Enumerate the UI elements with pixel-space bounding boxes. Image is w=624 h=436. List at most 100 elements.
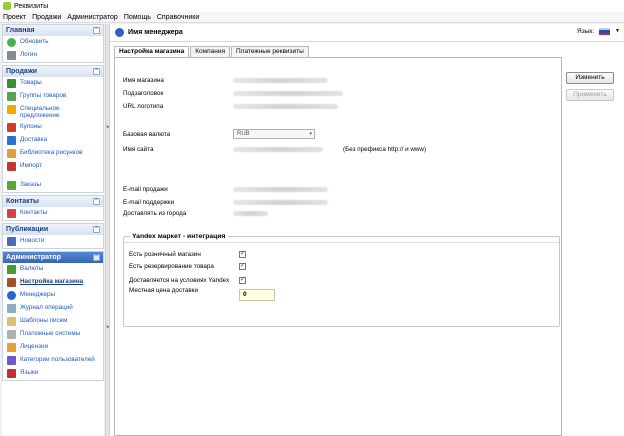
collapse-icon[interactable]: ⌃ [93,68,100,75]
splitter-arrow-icon[interactable]: ◂ [106,324,109,330]
email-sales-field[interactable] [233,187,328,192]
coupon-icon [7,123,16,132]
group-divider [124,242,559,243]
menu-help[interactable]: Помощь [124,14,151,21]
ship-from-label: Доставлять из города [123,210,187,217]
group-admin: Администратор ⌃ Валюты Настройка магазина… [2,251,104,381]
menu-project[interactable]: Проект [3,14,26,21]
group-sales-header[interactable]: Продажи ⌃ [3,66,103,77]
ship-from-field[interactable] [233,211,268,216]
sidebar-item-currencies[interactable]: Валюты [3,263,103,276]
sidebar-item-operations-log[interactable]: Журнал операций [3,302,103,315]
user-icon [7,291,16,300]
sidebar-item-label: Импорт [20,162,43,169]
users-icon [7,356,16,365]
groups-icon [7,92,16,101]
menu-sales[interactable]: Продажи [32,14,61,21]
shop-settings-icon [7,278,16,287]
log-icon [7,304,16,313]
site-name-label: Имя сайта [123,146,154,153]
logo-url-field[interactable] [233,104,338,109]
sidebar-item-label: Настройка магазина [20,278,84,285]
tab-company[interactable]: Компания [190,46,230,57]
reserve-label: Есть резервирование товара [129,263,214,270]
settings-panel: Имя магазина Подзаголовок URL логотипа Б… [114,57,562,436]
tab-payment-details[interactable]: Платежные реквизиты [230,46,309,57]
sidebar-item-product-groups[interactable]: Группы товаров [3,90,103,103]
header: Имя менеджера Язык: ▼ [110,24,624,42]
sidebar-item-label: Категории пользователей [20,356,95,363]
chevron-down-icon[interactable]: ▼ [615,28,620,34]
tab-shop-settings[interactable]: Настройка магазина [114,46,190,57]
apply-button[interactable]: Применить [566,89,614,101]
sidebar-item-email-templates[interactable]: Шаблоны писем [3,315,103,328]
sidebar-item-special-offer[interactable]: Специальное предложение [3,103,103,121]
delivered-checkbox[interactable]: ✓ [239,277,246,284]
sidebar-item-coupons[interactable]: Купоны [3,121,103,134]
retail-checkbox[interactable]: ✓ [239,251,246,258]
menu-directories[interactable]: Справочники [157,14,199,21]
sidebar-item-shop-settings[interactable]: Настройка магазина [3,276,103,289]
sidebar-item-label: Лицензии [20,343,49,350]
splitter-arrow-icon[interactable]: ◂ [106,124,109,130]
sidebar-item-licenses[interactable]: Лицензии [3,341,103,354]
sidebar-item-user-categories[interactable]: Категории пользователей [3,354,103,367]
group-admin-header[interactable]: Администратор ⌃ [3,252,103,263]
email-support-field[interactable] [233,200,328,205]
main-area: Имя менеджера Язык: ▼ Настройка магазина… [110,24,624,436]
license-icon [7,343,16,352]
collapse-icon[interactable]: ⌃ [93,198,100,205]
dollar-icon [7,265,16,274]
key-icon [7,51,16,60]
group-main: Главная ⌃ Обновить Логин [2,24,104,63]
sidebar-item-languages[interactable]: Языки [3,367,103,380]
sidebar-item-label: Журнал операций [20,304,73,311]
collapse-icon[interactable]: ⌃ [93,254,100,261]
delivered-label: Доставляется на условиях Yandex [129,277,230,284]
sidebar-item-label: Валюты [20,265,44,272]
title-bar: Реквизиты [0,0,624,12]
currency-value: RUB [237,131,250,137]
sidebar: Главная ⌃ Обновить Логин Продажи ⌃ Товары … [2,24,104,436]
cart-icon [7,181,16,190]
reserve-checkbox[interactable]: ✓ [239,263,246,270]
email-sales-label: E-mail продажи [123,186,168,193]
menu-admin[interactable]: Администратор [67,14,118,21]
group-title: Контакты [6,198,40,205]
sidebar-item-orders[interactable]: Заказы [3,179,103,192]
local-price-input[interactable]: 0 [239,289,275,301]
russia-flag-icon[interactable] [599,28,610,35]
collapse-icon[interactable]: ⌃ [93,226,100,233]
group-publications-header[interactable]: Публикации ⌃ [3,224,103,235]
sidebar-item-login[interactable]: Логин [3,49,103,62]
image-icon [7,149,16,158]
group-sales: Продажи ⌃ Товары Группы товаров Специальн… [2,65,104,193]
site-name-field[interactable] [233,147,323,152]
sidebar-item-contacts[interactable]: Контакты [3,207,103,220]
subtitle-field[interactable] [233,91,343,96]
sidebar-item-label: Заказы [20,181,42,188]
sidebar-item-refresh[interactable]: Обновить [3,36,103,49]
sidebar-item-managers[interactable]: Менеджеры [3,289,103,302]
sidebar-item-delivery[interactable]: Доставка [3,134,103,147]
group-contacts-header[interactable]: Контакты ⌃ [3,196,103,207]
chevron-down-icon[interactable]: ▾ [309,130,312,138]
refresh-icon [7,38,16,47]
group-main-header[interactable]: Главная ⌃ [3,25,103,36]
sidebar-item-label: Доставка [20,136,48,143]
sidebar-item-image-library[interactable]: Библиотека рисунков [3,147,103,160]
sidebar-item-label: Обновить [20,38,49,45]
sidebar-item-news[interactable]: Новости [3,235,103,248]
currency-select[interactable]: RUB ▾ [233,129,315,139]
collapse-icon[interactable]: ⌃ [93,27,100,34]
import-icon [7,162,16,171]
sidebar-item-import[interactable]: Импорт [3,160,103,173]
sidebar-item-label: Товары [20,79,42,86]
sidebar-item-products[interactable]: Товары [3,77,103,90]
sidebar-item-payment-systems[interactable]: Платежные системы [3,328,103,341]
app-icon [3,2,11,10]
change-button[interactable]: Изменить [566,72,614,84]
shop-name-field[interactable] [233,78,328,83]
yandex-market-group: Yandex маркет - интеграция Есть розничны… [123,233,560,327]
tab-bar: Настройка магазина Компания Платежные ре… [114,46,310,57]
